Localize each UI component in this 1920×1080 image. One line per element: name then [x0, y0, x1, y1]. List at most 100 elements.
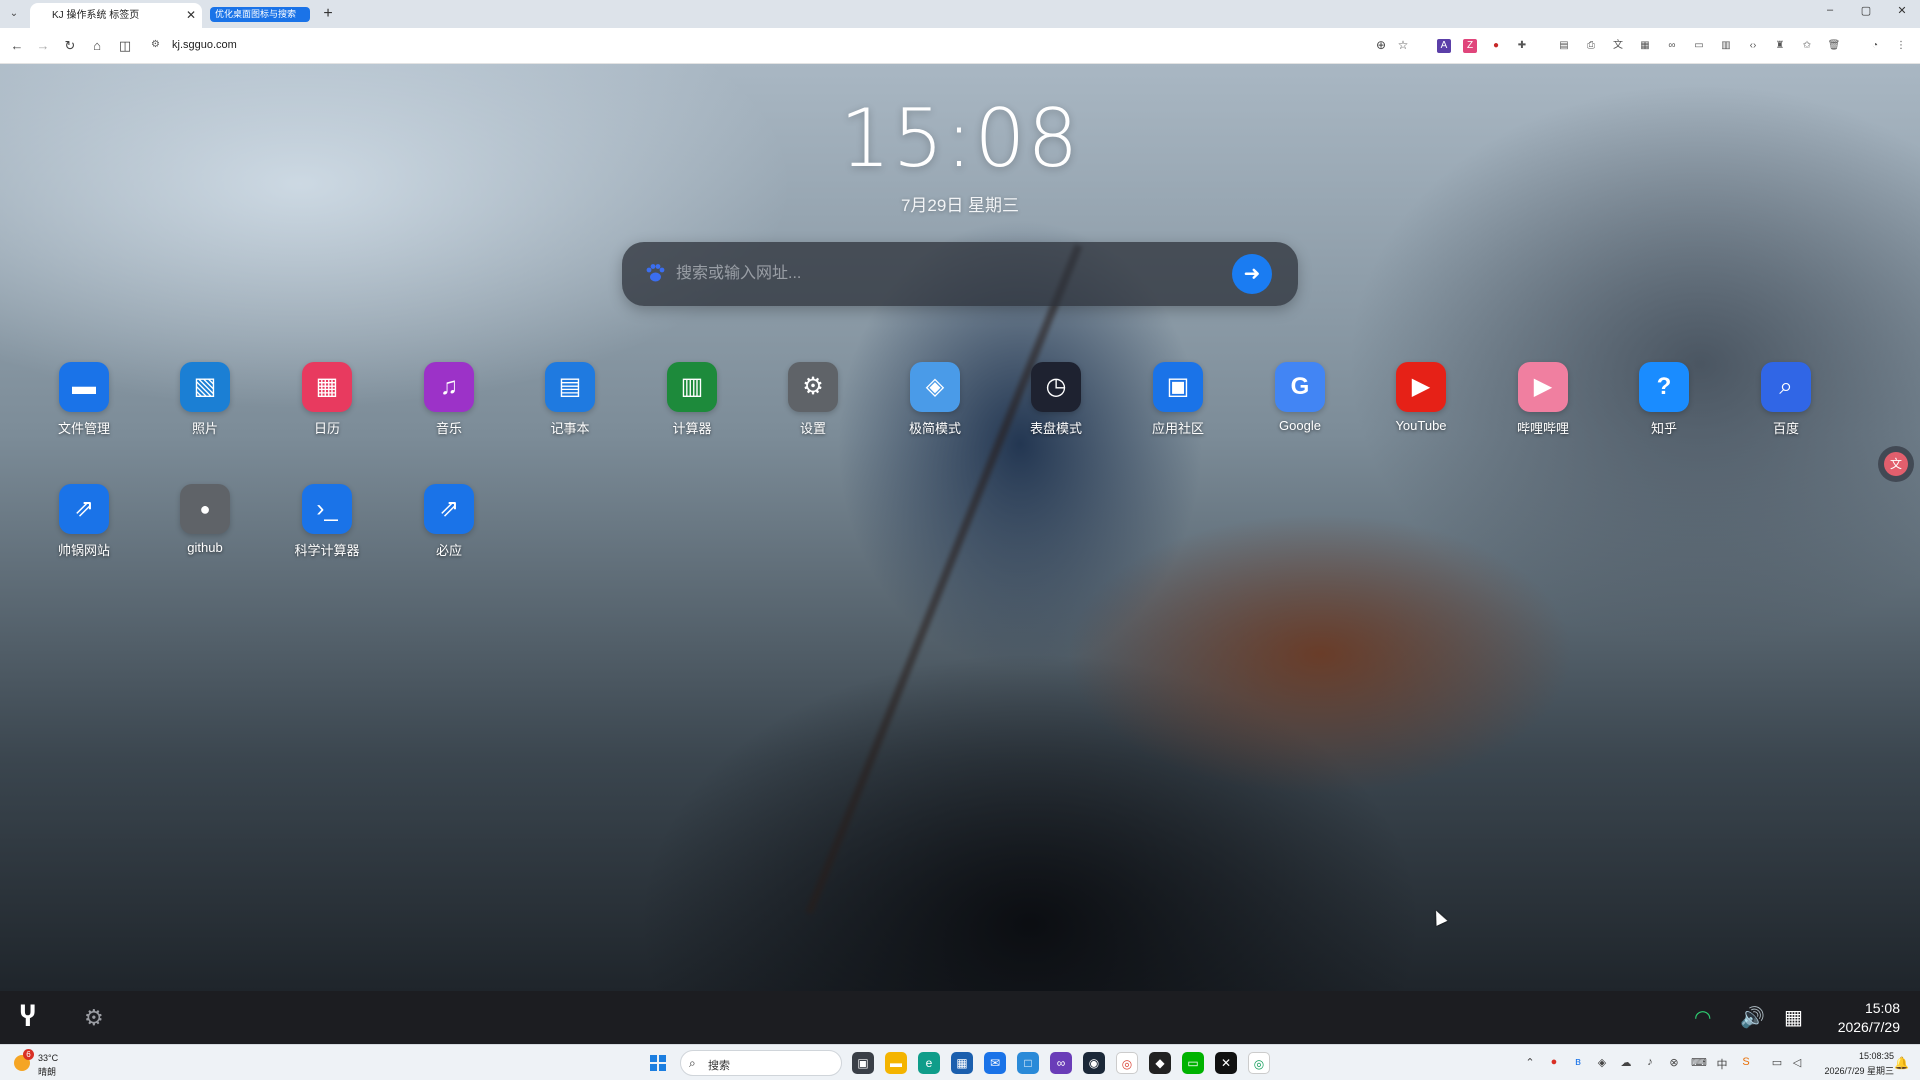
- chrome-icon[interactable]: ◎: [1116, 1052, 1138, 1074]
- address-url[interactable]: kj.sgguo.com: [172, 39, 237, 51]
- keyboard-icon[interactable]: ⌨: [1691, 1056, 1707, 1069]
- extensions-puzzle-icon[interactable]: ✚: [1515, 39, 1529, 53]
- app-icon[interactable]: □: [1017, 1052, 1039, 1074]
- network-icon[interactable]: ▭: [1770, 1056, 1784, 1069]
- zoom-icon[interactable]: ⊕: [1373, 38, 1389, 52]
- maximize-button[interactable]: ▢: [1856, 4, 1876, 17]
- edge-icon[interactable]: e: [918, 1052, 940, 1074]
- app-dial-mode[interactable]: ◷ 表盘模式: [1006, 362, 1106, 452]
- mic-icon[interactable]: ♪: [1643, 1056, 1657, 1068]
- volume-icon[interactable]: 🔊: [1740, 1005, 1765, 1030]
- print-icon[interactable]: ⎙: [1584, 39, 1598, 53]
- tab-search-icon[interactable]: ⌄: [6, 6, 22, 22]
- extension-ia-icon[interactable]: A: [1437, 39, 1451, 53]
- cast-icon[interactable]: ▭: [1692, 39, 1706, 53]
- tray-app-icon[interactable]: S: [1739, 1056, 1753, 1068]
- wifi-icon[interactable]: ◠: [1694, 1005, 1711, 1030]
- app-baidu[interactable]: ⌕ 百度: [1736, 362, 1836, 452]
- clock-time: 15:08: [839, 92, 1081, 185]
- app-youtube[interactable]: ▶ YouTube: [1371, 362, 1471, 452]
- tab-layout-icon[interactable]: ▥: [1719, 39, 1733, 53]
- terminal-icon[interactable]: ▭: [1182, 1052, 1204, 1074]
- baidu-paw-icon[interactable]: [644, 262, 666, 284]
- taskbar-time[interactable]: 15:08:35: [1818, 1051, 1894, 1061]
- windows-start-icon[interactable]: [650, 1055, 666, 1071]
- taskbar-search-label: 搜索: [708, 1060, 730, 1072]
- browser-tabstrip: ⌄ KJ 操作系统 标签页 ✕ 优化桌面图标与搜索 + – ▢ ✕: [0, 0, 1920, 28]
- app-calculator[interactable]: ▥ 计算器: [642, 362, 742, 452]
- app-settings[interactable]: ⚙ 设置: [763, 362, 863, 452]
- notification-bell-icon[interactable]: 🔔: [1894, 1056, 1909, 1070]
- taskbar-date[interactable]: 2026/7/29 星期三: [1800, 1064, 1894, 1077]
- ime-icon[interactable]: 中: [1715, 1056, 1729, 1072]
- app-scientific-calculator[interactable]: ›_ 科学计算器: [277, 484, 377, 574]
- devtools-icon[interactable]: ‹›: [1746, 39, 1760, 53]
- app-github[interactable]: ● github: [155, 484, 255, 574]
- google-icon: G: [1275, 362, 1325, 412]
- app-photos[interactable]: ▧ 照片: [155, 362, 255, 452]
- file-explorer-icon[interactable]: ▬: [885, 1052, 907, 1074]
- app-file-manager[interactable]: ▬ 文件管理: [34, 362, 134, 452]
- visual-studio-icon[interactable]: ∞: [1050, 1052, 1072, 1074]
- back-icon[interactable]: ←: [8, 37, 26, 55]
- app-google[interactable]: G Google: [1250, 362, 1350, 452]
- app-label: 表盘模式: [1029, 421, 1082, 436]
- task-view-icon[interactable]: ▣: [852, 1052, 874, 1074]
- delete-icon[interactable]: 🗑: [1827, 39, 1841, 53]
- app-music[interactable]: ♫ 音乐: [399, 362, 499, 452]
- split-view-icon[interactable]: ◫: [116, 37, 134, 55]
- zhihu-icon: ?: [1639, 362, 1689, 412]
- minimize-button[interactable]: –: [1820, 4, 1840, 16]
- tab-active[interactable]: KJ 操作系统 标签页 ✕: [30, 3, 202, 28]
- steam-icon[interactable]: ◉: [1083, 1052, 1105, 1074]
- tray-app-icon[interactable]: ☁: [1619, 1056, 1633, 1069]
- close-window-button[interactable]: ✕: [1892, 4, 1912, 17]
- outlook-icon[interactable]: ✉: [984, 1052, 1006, 1074]
- translate-icon[interactable]: 文: [1611, 39, 1625, 53]
- store-icon[interactable]: ▦: [951, 1052, 973, 1074]
- app-bing[interactable]: ⇗ 必应: [399, 484, 499, 574]
- app-notepad[interactable]: ▤ 记事本: [520, 362, 620, 452]
- taskbar-search[interactable]: ⌕ 搜索: [680, 1050, 842, 1076]
- search-go-button[interactable]: ➜: [1232, 254, 1272, 294]
- site-info-icon[interactable]: ⚙: [151, 39, 160, 50]
- search-input[interactable]: [676, 260, 1236, 288]
- home-icon[interactable]: ⌂: [88, 37, 106, 55]
- app-bilibili[interactable]: ▶ 哔哩哔哩: [1493, 362, 1593, 452]
- app-calendar[interactable]: ▦ 日历: [277, 362, 377, 452]
- floating-translate-button[interactable]: 文: [1878, 446, 1914, 482]
- capcut-icon[interactable]: ✕: [1215, 1052, 1237, 1074]
- new-tab-button[interactable]: +: [320, 5, 336, 23]
- app-icon[interactable]: ◆: [1149, 1052, 1171, 1074]
- extension-red-icon[interactable]: ●: [1489, 39, 1503, 53]
- tab-close-icon[interactable]: ✕: [186, 3, 196, 28]
- tray-app-icon[interactable]: ⊗: [1667, 1056, 1681, 1069]
- app-zhihu[interactable]: ? 知乎: [1614, 362, 1714, 452]
- forward-icon[interactable]: →: [34, 37, 52, 55]
- dock-gear-icon[interactable]: ⚙: [84, 1005, 104, 1031]
- reload-icon[interactable]: ↻: [61, 37, 79, 55]
- tray-expand-icon[interactable]: ⌃: [1523, 1056, 1537, 1069]
- address-bar[interactable]: ⚙ kj.sgguo.com ⊕ ☆: [145, 33, 1410, 59]
- incognito-icon[interactable]: ♜: [1773, 39, 1787, 53]
- bluetooth-icon[interactable]: ʙ: [1571, 1056, 1585, 1068]
- kj-logo-icon[interactable]: Ⴤ: [20, 1003, 35, 1033]
- profile-icon[interactable]: ◔: [1868, 39, 1882, 53]
- reading-mode-icon[interactable]: ▤: [1557, 39, 1571, 53]
- tray-app-icon[interactable]: ◈: [1595, 1056, 1609, 1069]
- bookmark-star-icon[interactable]: ☆: [1395, 38, 1411, 52]
- chrome-icon[interactable]: ◎: [1248, 1052, 1270, 1074]
- menu-icon[interactable]: ⋮: [1894, 39, 1908, 53]
- qr-code-icon[interactable]: ▦: [1638, 39, 1652, 53]
- bilibili-icon: ▶: [1518, 362, 1568, 412]
- link-icon[interactable]: ∞: [1665, 39, 1679, 53]
- extension-pink-icon[interactable]: Z: [1463, 39, 1477, 53]
- favorites-icon[interactable]: ✩: [1800, 39, 1814, 53]
- app-shuaiguo-site[interactable]: ⇗ 帅锅网站: [34, 484, 134, 574]
- app-minimal-mode[interactable]: ◈ 极简模式: [885, 362, 985, 452]
- app-label: YouTube: [1395, 418, 1447, 433]
- app-store[interactable]: ▣ 应用社区: [1128, 362, 1228, 452]
- tab-group[interactable]: 优化桌面图标与搜索: [210, 7, 310, 22]
- external-link-icon: ⇗: [59, 484, 109, 534]
- tray-app-icon[interactable]: ●: [1547, 1056, 1561, 1068]
